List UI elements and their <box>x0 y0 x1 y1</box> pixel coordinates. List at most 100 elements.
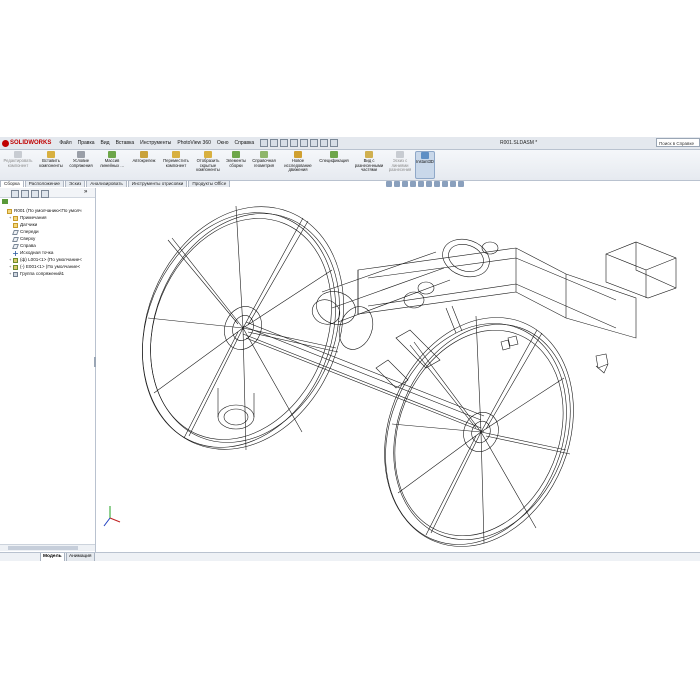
tab-evaluate[interactable]: Анализировать <box>86 180 127 187</box>
tree-item-root[interactable]: R001 (По умолчанию<По умолч <box>3 208 82 214</box>
command-manager: Редактировать компонент Вставить компоне… <box>0 150 700 181</box>
show-hidden-components-button[interactable]: Отобразить скрытые компоненты <box>193 151 223 173</box>
tree-item-annotations[interactable]: + Примечания <box>9 215 47 221</box>
menu-item-tools[interactable]: Инструменты <box>140 140 171 146</box>
reference-geometry-icon <box>260 151 268 158</box>
mate-button[interactable]: Условие сопряжения <box>67 151 95 168</box>
linear-pattern-icon <box>108 151 116 158</box>
filter-icon[interactable] <box>2 199 8 204</box>
plane-icon <box>12 229 19 235</box>
plane-icon <box>12 236 19 242</box>
insert-components-icon <box>47 151 55 158</box>
tree-item-mates[interactable]: + Группа сопряжений1 <box>9 271 64 277</box>
select-icon[interactable] <box>310 139 319 147</box>
left-wheel <box>142 205 344 451</box>
menu-item-window[interactable]: Окно <box>217 140 229 146</box>
help-search-input[interactable]: Поиск в Справке <box>656 138 700 147</box>
display-manager-icon[interactable] <box>41 190 49 198</box>
view-settings-icon[interactable] <box>458 181 464 187</box>
property-manager-icon[interactable] <box>21 190 29 198</box>
tree-item-e001[interactable]: + (-) E001<1> (По умолчание< <box>9 264 80 270</box>
origin-icon <box>13 250 18 256</box>
undo-icon[interactable] <box>300 139 309 147</box>
solidworks-logo[interactable]: SOLIDWORKS <box>2 139 52 147</box>
scene-icon[interactable] <box>450 181 456 187</box>
menu-item-file[interactable]: Файл <box>59 140 71 146</box>
insert-components-button[interactable]: Вставить компоненты <box>37 151 65 168</box>
tree-item-l001[interactable]: + (ф) L001<1> (По умолчание< <box>9 257 82 263</box>
tree-item-front-plane[interactable]: Спереди <box>9 229 39 235</box>
ds-logo-icon <box>2 139 9 147</box>
appearance-icon[interactable] <box>442 181 448 187</box>
document-title: R001.SLDASM * <box>500 140 538 146</box>
smart-fasteners-button[interactable]: Автокрепеж <box>129 151 159 164</box>
edit-component-button[interactable]: Редактировать компонент <box>1 151 35 168</box>
assembly-features-icon <box>232 151 240 158</box>
solidworks-window: SOLIDWORKS Файл Правка Вид Вставка Инстр… <box>0 137 700 561</box>
tab-sketch[interactable]: Эскиз <box>64 180 86 187</box>
view-orientation-icon[interactable] <box>418 181 424 187</box>
print-icon[interactable] <box>290 139 299 147</box>
rebuild-icon[interactable] <box>320 139 329 147</box>
smart-fasteners-icon <box>140 151 148 158</box>
show-hidden-icon <box>204 151 212 158</box>
assembly-features-button[interactable]: Элементы сборки <box>225 151 247 168</box>
open-icon[interactable] <box>270 139 279 147</box>
origin-glyph <box>13 250 18 256</box>
explode-line-sketch-icon <box>396 151 404 158</box>
mate-icon <box>77 151 85 158</box>
exploded-view-icon <box>365 151 373 158</box>
tab-animation[interactable]: Анимация <box>66 553 95 561</box>
tree-item-top-plane[interactable]: Сверху <box>9 236 35 242</box>
tab-office-products[interactable]: Продукты Office <box>188 180 231 187</box>
section-view-icon[interactable] <box>410 181 416 187</box>
tree-item-sensors[interactable]: Датчики <box>9 222 37 228</box>
save-icon[interactable] <box>280 139 289 147</box>
bottom-tab-bar: Модель Анимация <box>0 552 700 561</box>
feature-manager-scrollbar[interactable] <box>0 544 95 551</box>
tree-item-origin[interactable]: Исходная точка <box>9 250 53 256</box>
display-style-icon[interactable] <box>426 181 432 187</box>
zoom-to-fit-icon[interactable] <box>386 181 392 187</box>
tab-layout[interactable]: Расположение <box>24 180 64 187</box>
linear-pattern-button[interactable]: Массив линейных ... <box>97 151 127 168</box>
menu-item-insert[interactable]: Вставка <box>116 140 135 146</box>
previous-view-icon[interactable] <box>402 181 408 187</box>
zoom-to-area-icon[interactable] <box>394 181 400 187</box>
new-motion-study-button[interactable]: Новое исследование движения <box>281 151 315 173</box>
bom-icon <box>330 151 338 158</box>
right-wheel <box>384 315 574 547</box>
tab-model[interactable]: Модель <box>40 553 65 561</box>
reference-geometry-button[interactable]: Справочная геометрия <box>249 151 279 168</box>
exploded-view-button[interactable]: Вид с разнесенными частями <box>353 151 385 173</box>
tab-assembly[interactable]: Сборка <box>0 180 24 187</box>
heads-up-view-toolbar <box>386 181 466 187</box>
expand-panel-icon[interactable]: » <box>84 189 90 196</box>
bill-of-materials-button[interactable]: Спецификация <box>317 151 351 164</box>
sensors-icon <box>13 222 18 228</box>
edit-component-icon <box>14 151 22 158</box>
feature-tree-icon[interactable] <box>11 190 19 198</box>
tree-item-right-plane[interactable]: Справа <box>9 243 36 249</box>
options-icon[interactable] <box>330 139 339 147</box>
menu-item-edit[interactable]: Правка <box>78 140 95 146</box>
part-icon <box>13 257 18 263</box>
assembly-icon <box>7 208 12 214</box>
hide-show-items-icon[interactable] <box>434 181 440 187</box>
menu-item-view[interactable]: Вид <box>101 140 110 146</box>
configuration-manager-icon[interactable] <box>31 190 39 198</box>
instant3d-button[interactable]: Instant3D <box>415 151 435 179</box>
menu-item-photoview[interactable]: PhotoView 360 <box>177 140 211 146</box>
carriage <box>357 241 677 374</box>
command-tabs: Сборка Расположение Эскиз Анализировать … <box>0 180 240 187</box>
feature-manager-panel: » R001 (По умолчанию<По умолч + Примечан… <box>0 188 96 552</box>
new-document-icon[interactable] <box>260 139 269 147</box>
logo-text: SOLIDWORKS <box>10 140 52 146</box>
menu-item-help[interactable]: Справка <box>235 140 255 146</box>
wireframe-model <box>103 205 677 547</box>
graphics-area[interactable] <box>96 188 700 552</box>
tab-markup-tools[interactable]: Инструменты отрисовки <box>127 180 188 187</box>
explode-line-sketch-button[interactable]: Эскиз с линиями разнесения <box>387 151 413 173</box>
move-component-button[interactable]: Переместить компонент <box>161 151 191 168</box>
scrollbar-thumb[interactable] <box>8 546 78 550</box>
